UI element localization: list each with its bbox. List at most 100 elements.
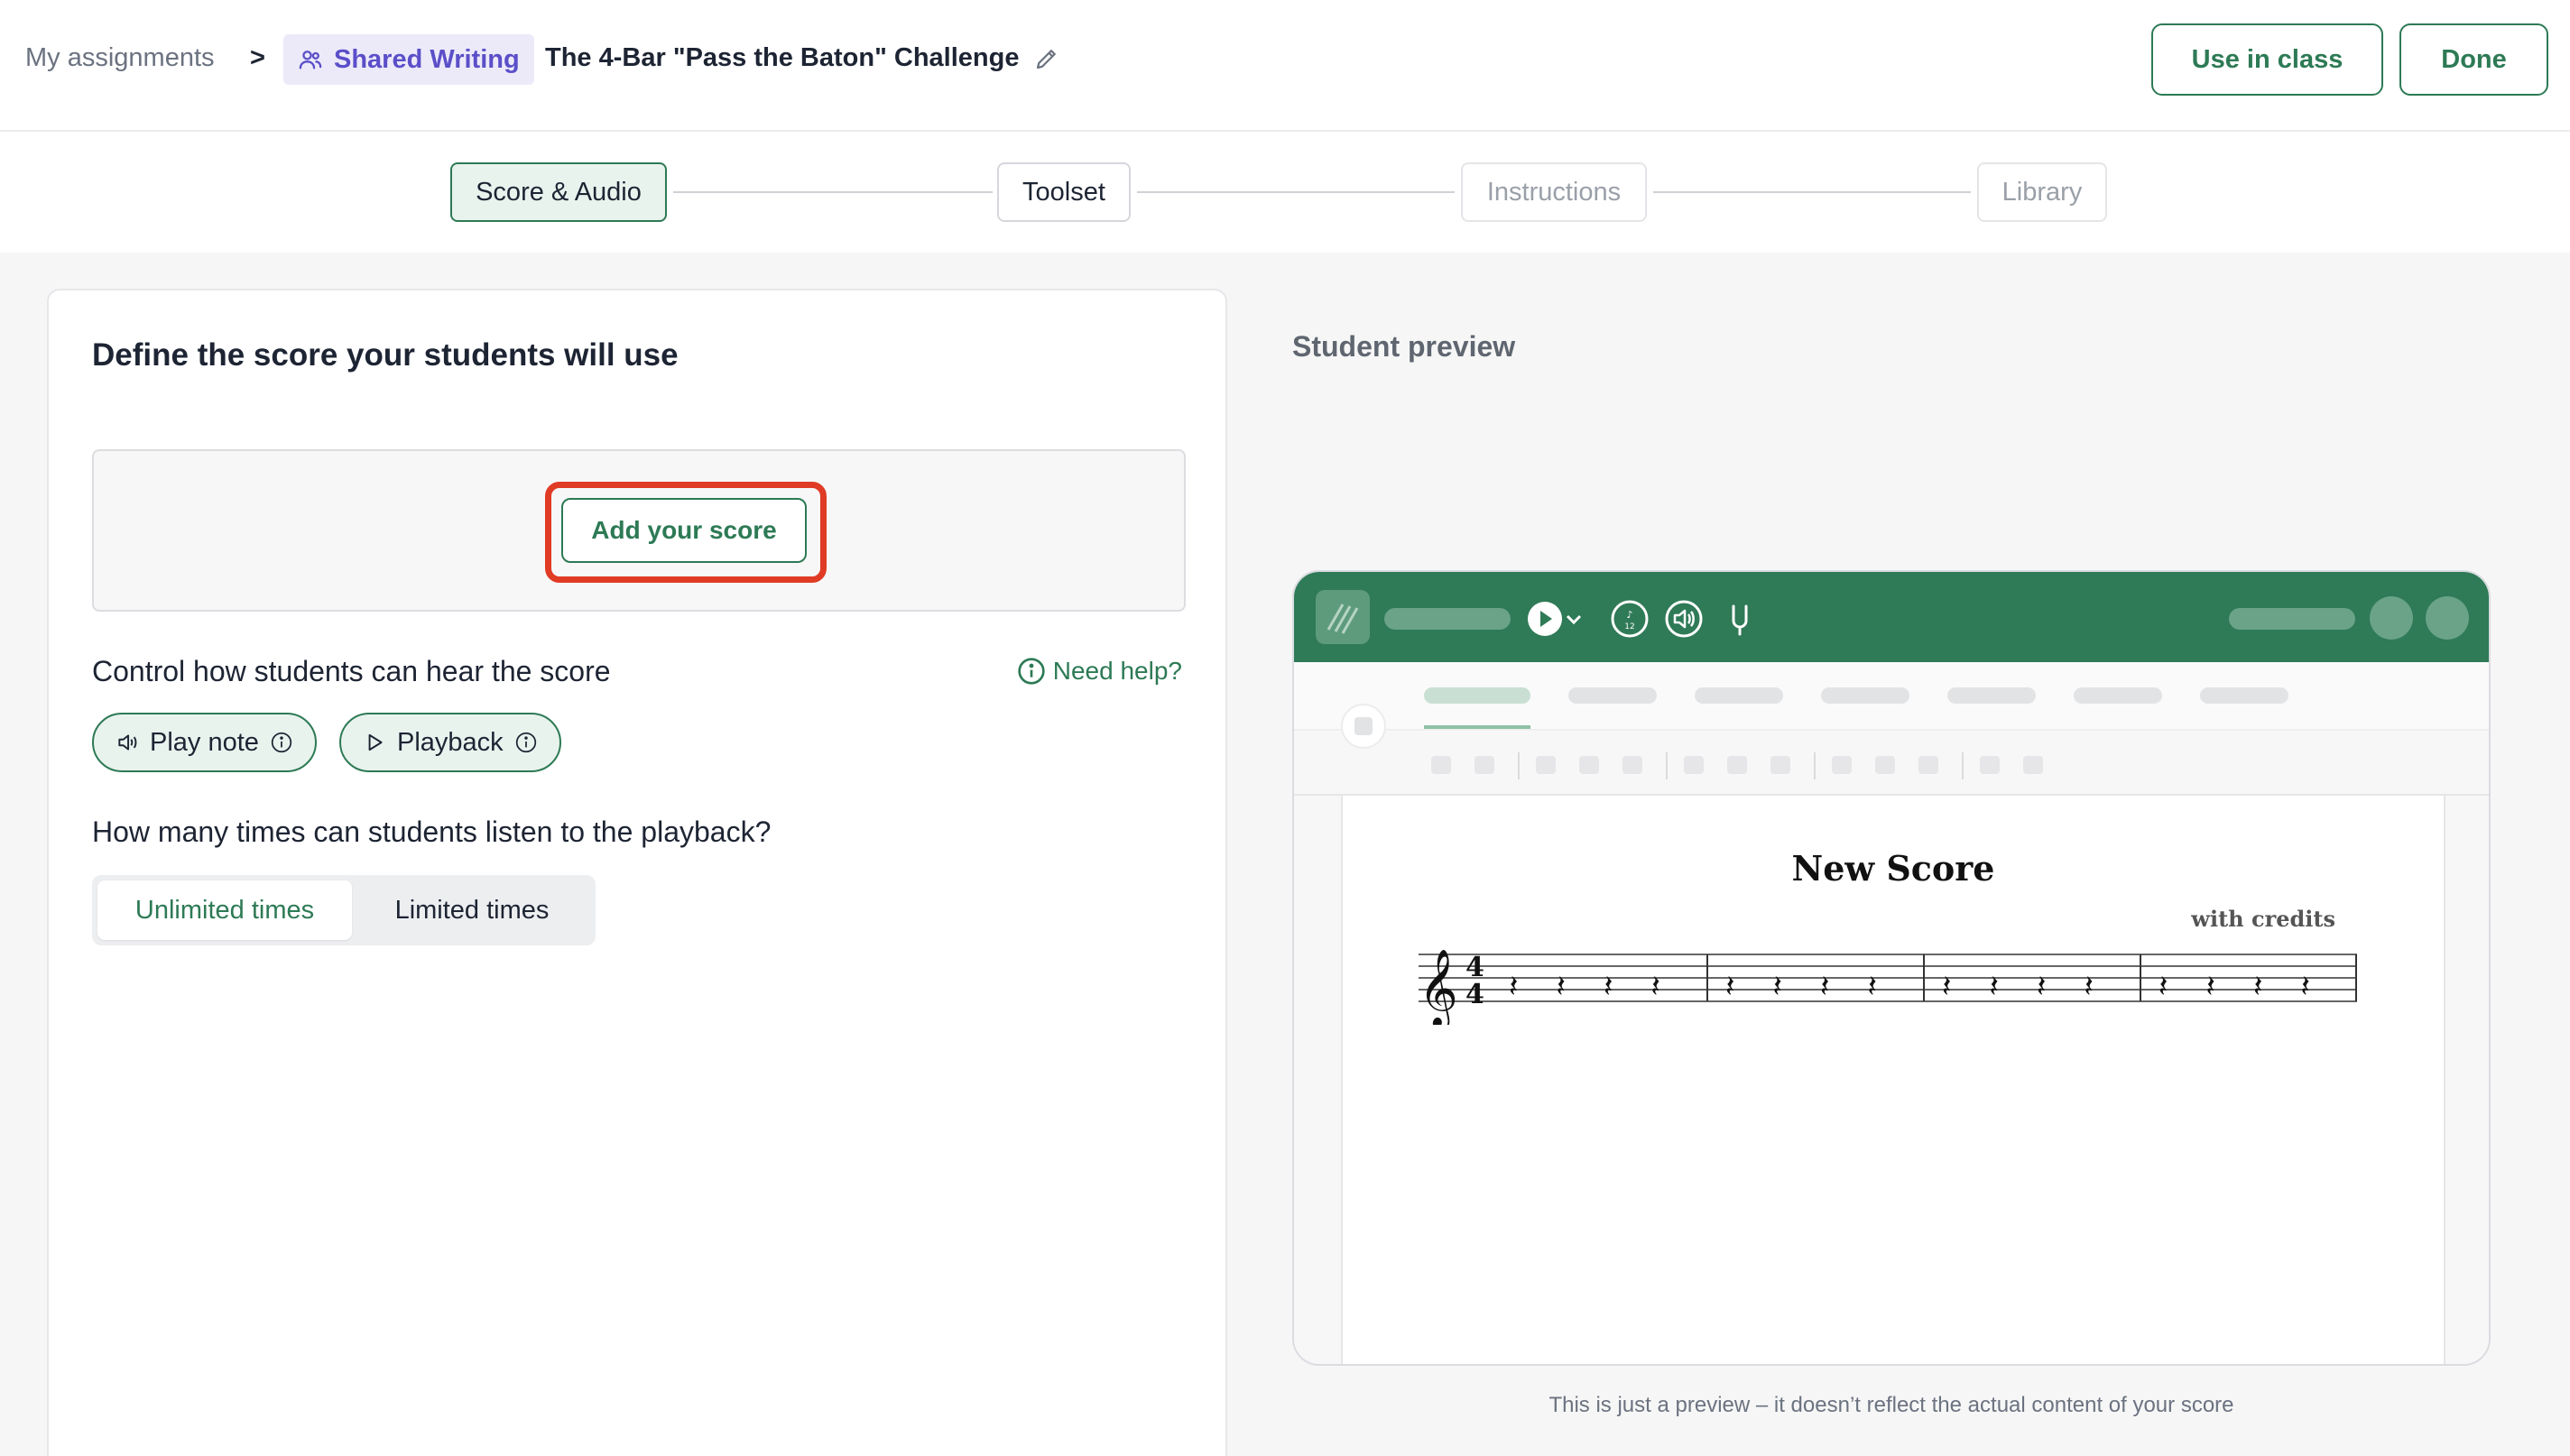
tool-placeholder	[1431, 756, 1451, 774]
score-page: New Score with credits 𝄞 4 4 𝄽 𝄽 𝄽 𝄽 𝄽 𝄽 𝄽 𝄽 𝄽 𝄽 𝄽 𝄽 𝄽 𝄽…	[1341, 796, 2445, 1364]
quarter-rest: 𝄽	[2037, 969, 2046, 1005]
quarter-rest: 𝄽	[1725, 969, 1734, 1005]
page-gutter	[2444, 796, 2489, 1364]
done-button[interactable]: Done	[2399, 23, 2548, 96]
tool-placeholder	[2023, 756, 2043, 774]
tool-placeholder	[1475, 756, 1494, 774]
need-help-label: Need help?	[1052, 657, 1182, 685]
playback-label: Playback	[397, 727, 504, 757]
preview-side-button	[1341, 704, 1386, 749]
play-note-label: Play note	[150, 727, 259, 757]
student-preview-window: ♪ 12 New Score with credits 𝄞 4 4 𝄽 𝄽 𝄽 …	[1292, 570, 2491, 1366]
preview-tab-strip	[1294, 662, 2489, 731]
tool-divider	[1814, 752, 1816, 779]
tuning-fork-icon	[1732, 604, 1748, 636]
app-logo	[1316, 590, 1370, 644]
step-toolset[interactable]: Toolset	[997, 162, 1131, 222]
score-dropzone: Add your score	[92, 449, 1186, 612]
listen-heading: How many times can students listen to th…	[92, 816, 772, 848]
logo-mark-icon	[1327, 604, 1359, 634]
need-help-link[interactable]: Need help?	[1017, 657, 1182, 686]
step-library: Library	[1977, 162, 2107, 222]
student-preview-label: Student preview	[1292, 330, 1516, 363]
tab-placeholder	[2074, 687, 2162, 704]
step-score-audio[interactable]: Score & Audio	[450, 162, 667, 222]
add-your-score-button[interactable]: Add your score	[561, 498, 807, 563]
step-connector	[1653, 191, 1971, 193]
tool-divider	[1962, 752, 1964, 779]
wizard-stepper: Score & Audio Toolset Instructions Libra…	[0, 132, 2570, 253]
listen-limit-segmented-control: Unlimited times Limited times	[92, 875, 596, 945]
play-circle-icon	[1528, 602, 1562, 636]
page-gutter	[1294, 796, 1341, 1364]
step-connector	[1137, 191, 1455, 193]
preview-tool-strip	[1294, 731, 2489, 796]
quarter-rest: 𝄽	[1604, 969, 1613, 1005]
tool-placeholder	[1980, 756, 2000, 774]
active-tab-underline	[1424, 725, 1530, 729]
breadcrumb-my-assignments[interactable]: My assignments	[25, 43, 215, 73]
users-icon	[299, 51, 322, 69]
tool-placeholder	[1536, 756, 1556, 774]
quarter-rest: 𝄽	[1773, 969, 1782, 1005]
tool-placeholder	[1579, 756, 1599, 774]
tool-placeholder	[1770, 756, 1790, 774]
assignment-type-tag: Shared Writing	[283, 34, 534, 85]
quarter-rest: 𝄽	[2253, 969, 2262, 1005]
option-unlimited-times[interactable]: Unlimited times	[97, 880, 352, 940]
time-signature-bottom: 4	[1465, 979, 1484, 1010]
quarter-rest: 𝄽	[1990, 969, 1999, 1005]
playback-toggle[interactable]: Playback	[339, 713, 561, 772]
info-icon[interactable]	[270, 731, 293, 754]
use-in-class-button[interactable]: Use in class	[2151, 23, 2383, 96]
quarter-rest: 𝄽	[2301, 969, 2310, 1005]
title-placeholder	[1384, 608, 1511, 630]
quarter-rest: 𝄽	[2085, 969, 2094, 1005]
quarter-rest: 𝄽	[1509, 969, 1518, 1005]
tool-placeholder	[1918, 756, 1938, 774]
tool-placeholder	[1727, 756, 1747, 774]
breadcrumb-separator: >	[250, 43, 265, 72]
score-settings-card: Define the score your students will use …	[47, 289, 1227, 1456]
tab-placeholder	[1821, 687, 1909, 704]
quarter-rest: 𝄽	[1868, 969, 1877, 1005]
preview-app-toolbar: ♪ 12	[1294, 572, 2489, 662]
tool-placeholder	[1832, 756, 1852, 774]
play-note-toggle[interactable]: Play note	[92, 713, 317, 772]
quarter-rest: 𝄽	[1820, 969, 1829, 1005]
tool-placeholder	[1684, 756, 1704, 774]
tab-placeholder	[1424, 687, 1530, 704]
info-icon	[1018, 658, 1045, 685]
quarter-rest: 𝄽	[1651, 969, 1660, 1005]
preview-disclaimer: This is just a preview – it doesn’t refl…	[1548, 1393, 2234, 1417]
step-connector	[673, 191, 993, 193]
step-instructions: Instructions	[1461, 162, 1647, 222]
info-icon[interactable]	[514, 731, 538, 754]
pencil-icon[interactable]	[1033, 45, 1060, 72]
speaker-icon	[1665, 600, 1703, 638]
score-section-title: Define the score your students will use	[92, 337, 679, 373]
quarter-rest: 𝄽	[1557, 969, 1566, 1005]
tab-placeholder	[1568, 687, 1657, 704]
tempo-icon: ♪ 12	[1611, 600, 1649, 638]
quarter-rest: 𝄽	[2206, 969, 2215, 1005]
treble-clef: 𝄞	[1419, 949, 1458, 1025]
option-limited-times[interactable]: Limited times	[354, 880, 590, 940]
assignment-title: The 4-Bar "Pass the Baton" Challenge	[545, 43, 1020, 72]
hearing-heading: Control how students can hear the score	[92, 655, 611, 687]
speaker-icon	[118, 734, 137, 751]
tool-divider	[1518, 752, 1520, 779]
tab-placeholder	[2200, 687, 2288, 704]
score-title: New Score	[1791, 848, 1995, 889]
top-bar: My assignments > Shared Writing The 4-Ba…	[0, 0, 2570, 132]
tab-placeholder	[1947, 687, 2036, 704]
tool-divider	[1666, 752, 1668, 779]
avatar-placeholder	[2426, 596, 2469, 640]
assignment-type-label: Shared Writing	[334, 44, 520, 74]
tab-placeholder	[1695, 687, 1783, 704]
toolbar-placeholder	[2229, 608, 2355, 630]
quarter-rest: 𝄽	[1942, 969, 1951, 1005]
music-staff: 𝄞 44 𝄽 𝄽 𝄽 𝄽 𝄽 𝄽 𝄽 𝄽 𝄽 𝄽 𝄽 𝄽 𝄽 𝄽 𝄽 𝄽	[1419, 949, 2357, 1025]
avatar-placeholder	[2370, 596, 2413, 640]
play-icon	[368, 733, 383, 751]
